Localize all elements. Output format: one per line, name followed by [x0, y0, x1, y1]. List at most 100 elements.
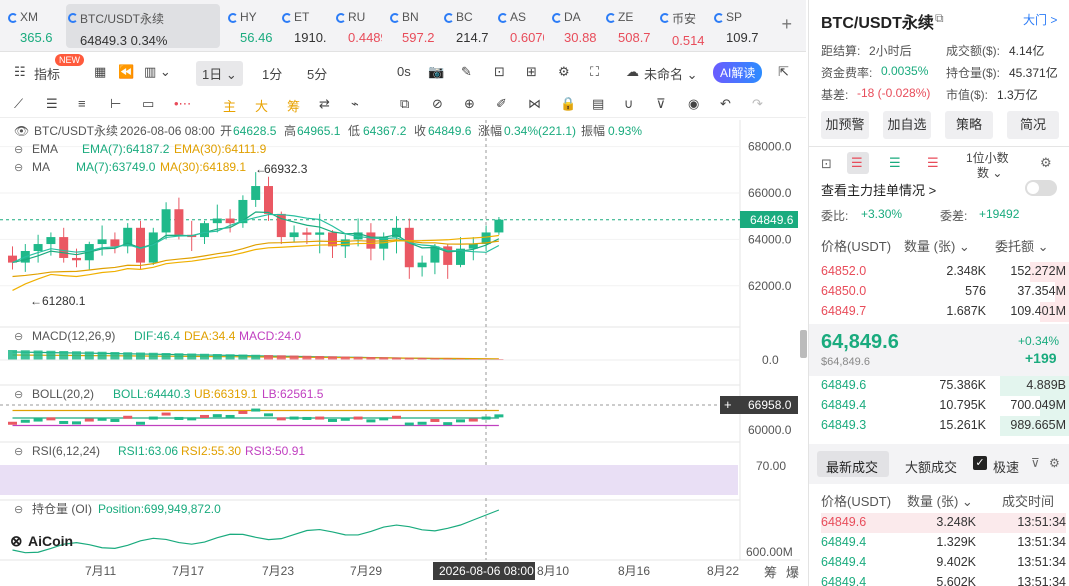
- depth-both-icon[interactable]: ☰: [851, 155, 863, 171]
- lock-icon[interactable]: 🔒: [560, 96, 576, 112]
- candle-type-icon[interactable]: ▥ ⌄: [144, 64, 171, 80]
- ray-icon[interactable]: ⊢: [110, 96, 121, 112]
- ema-eye-icon[interactable]: ⊖: [14, 144, 23, 156]
- orderbook-row[interactable]: 64849.3 15.261K 989.665M: [821, 416, 1069, 436]
- save-icon[interactable]: ▤: [592, 96, 604, 112]
- swap-icon[interactable]: ⇄: [319, 96, 330, 112]
- view-main-orders-link[interactable]: 查看主力挂单情况 >: [821, 180, 936, 199]
- tab-2[interactable]: HY 56.46: [226, 4, 274, 48]
- orderbook-row[interactable]: 64849.4 10.795K 700.049M: [821, 396, 1069, 416]
- channel-icon[interactable]: ≡: [78, 96, 86, 111]
- add-alert-button[interactable]: 加预警: [821, 111, 869, 139]
- ob-header-qty[interactable]: 数量 (张) ⌄: [904, 236, 970, 255]
- brush-icon[interactable]: ⌁: [351, 96, 359, 112]
- boll-candle: [33, 418, 43, 422]
- marker-icon[interactable]: ✐: [496, 96, 507, 112]
- period-0s-button[interactable]: 0s: [397, 64, 411, 79]
- redo-icon[interactable]: ↷: [752, 96, 763, 112]
- eye-icon[interactable]: ◉: [688, 96, 699, 112]
- depth-asks-icon[interactable]: ☰: [927, 155, 939, 171]
- boll-eye-icon[interactable]: ⊖: [14, 389, 23, 401]
- trendline-icon[interactable]: ⟋: [14, 96, 23, 112]
- ob-header-amount[interactable]: 委托额 ⌄: [995, 236, 1049, 255]
- filter-icon[interactable]: ⊽: [1031, 456, 1040, 470]
- copy-icon[interactable]: ⧉: [935, 11, 944, 26]
- zoom-icon[interactable]: ⊕: [464, 96, 475, 112]
- indicator-button[interactable]: 指标: [34, 64, 60, 83]
- pen-icon[interactable]: ✎: [461, 64, 472, 80]
- fullscreen-icon[interactable]: ⛶: [590, 64, 599, 80]
- tab-6[interactable]: BC 214.7: [442, 4, 490, 48]
- ruler-icon[interactable]: ⊘: [432, 96, 443, 112]
- tab-11[interactable]: SP 109.7: [712, 4, 760, 48]
- trade-settings-icon[interactable]: ⚙: [1049, 456, 1060, 470]
- main-orders-toggle[interactable]: [1025, 180, 1057, 196]
- panel-resize-handle[interactable]: [800, 330, 807, 358]
- undo-icon[interactable]: ↶: [720, 96, 731, 112]
- tab-7[interactable]: AS 0.6070: [496, 4, 544, 48]
- cloud-icon[interactable]: ☁: [626, 64, 639, 80]
- fast-mode-checkbox[interactable]: ✓: [973, 456, 987, 470]
- period-5m-button[interactable]: 5分: [307, 64, 327, 83]
- share-icon[interactable]: ⇱: [778, 64, 789, 80]
- rect-icon[interactable]: ▭: [142, 96, 154, 112]
- compare-icon[interactable]: ⊞: [526, 64, 537, 80]
- trade-header-qty[interactable]: 数量 (张) ⌄: [907, 491, 973, 510]
- orderbook-row[interactable]: 64850.0 576 37.354M: [821, 282, 1069, 302]
- tab-large-trades[interactable]: 大额成交: [905, 457, 957, 476]
- hide-icon[interactable]: ⋈: [528, 96, 541, 112]
- liquidation-bottom-button[interactable]: 爆: [786, 565, 799, 580]
- layout-name-select[interactable]: 未命名 ⌄: [644, 64, 698, 83]
- ai-analysis-button[interactable]: AI解读: [713, 62, 763, 83]
- settings-icon[interactable]: ⚙: [558, 64, 570, 80]
- gear-icon[interactable]: ⚙: [1040, 155, 1052, 171]
- tab-8[interactable]: DA 30.88: [550, 4, 598, 48]
- eye-icon[interactable]: 👁: [14, 124, 29, 138]
- chip-bottom-button[interactable]: 筹: [764, 565, 777, 580]
- filter-icon[interactable]: ⊽: [656, 96, 666, 112]
- tab-9[interactable]: ZE 508.7: [604, 4, 652, 48]
- chip-button[interactable]: 筹: [287, 96, 300, 115]
- rsi-eye-icon[interactable]: ⊖: [14, 446, 23, 458]
- strategy-button[interactable]: 策略: [945, 111, 993, 139]
- orderbook-row[interactable]: 64852.0 2.348K 152.272M: [821, 262, 1069, 282]
- add-watchlist-button[interactable]: 加自选: [883, 111, 931, 139]
- depth-all-icon[interactable]: ⊡: [821, 156, 832, 172]
- template-icon[interactable]: ⊡: [494, 64, 505, 80]
- camera-icon[interactable]: 📷: [428, 64, 444, 80]
- overview-button[interactable]: 简况: [1007, 111, 1059, 139]
- exchange-link[interactable]: 大门 >: [1023, 11, 1057, 28]
- tab-0[interactable]: XM 365.6: [6, 4, 60, 48]
- macd-eye-icon[interactable]: ⊖: [14, 331, 23, 343]
- period-1m-button[interactable]: 1分: [262, 64, 282, 83]
- kline-chart[interactable]: 👁 BTC/USDT永续 2026-08-06 08:00 开 64628.5 …: [0, 120, 800, 586]
- magnet-icon[interactable]: ∪: [624, 96, 634, 112]
- replay-icon[interactable]: ⏪: [118, 64, 134, 80]
- period-1d-button[interactable]: 1日 ⌄: [196, 61, 243, 86]
- hline-icon[interactable]: ☰: [46, 96, 58, 112]
- large-order-button[interactable]: 大: [255, 96, 268, 115]
- add-tab-button[interactable]: +: [781, 14, 792, 35]
- copy-icon[interactable]: ⧉: [400, 96, 409, 112]
- tab-1[interactable]: BTC/USDT永续 64849.3 0.34%: [66, 4, 220, 48]
- indicator-icon[interactable]: ☷: [14, 64, 26, 80]
- tab-latest-trades[interactable]: 最新成交: [826, 457, 878, 476]
- ma-eye-icon[interactable]: ⊖: [14, 162, 23, 174]
- layout-icon[interactable]: ▦: [94, 64, 106, 80]
- fund-value: 0.0035%: [881, 64, 929, 78]
- tab-10[interactable]: 币安 0.514: [658, 4, 706, 48]
- tab-3[interactable]: ET 1910.: [280, 4, 328, 48]
- orderbook-qty: 2.348K: [946, 264, 986, 278]
- high-arrow: ←: [255, 162, 267, 176]
- date-tick: 7月23: [262, 564, 294, 578]
- depth-bids-icon[interactable]: ☰: [889, 155, 901, 171]
- tab-symbol: RU: [348, 10, 366, 24]
- main-force-button[interactable]: 主: [223, 96, 236, 115]
- orderbook-row[interactable]: 64849.6 75.386K 4.889B: [821, 376, 1069, 396]
- tab-5[interactable]: BN 597.2: [388, 4, 436, 48]
- dots-icon[interactable]: •⋯: [174, 96, 192, 112]
- depth-step-select-2[interactable]: 数 ⌄: [977, 164, 1002, 181]
- oi-eye-icon[interactable]: ⊖: [14, 504, 23, 516]
- tab-4[interactable]: RU 0.4489: [334, 4, 382, 48]
- orderbook-row[interactable]: 64849.7 1.687K 109.401M: [821, 302, 1069, 322]
